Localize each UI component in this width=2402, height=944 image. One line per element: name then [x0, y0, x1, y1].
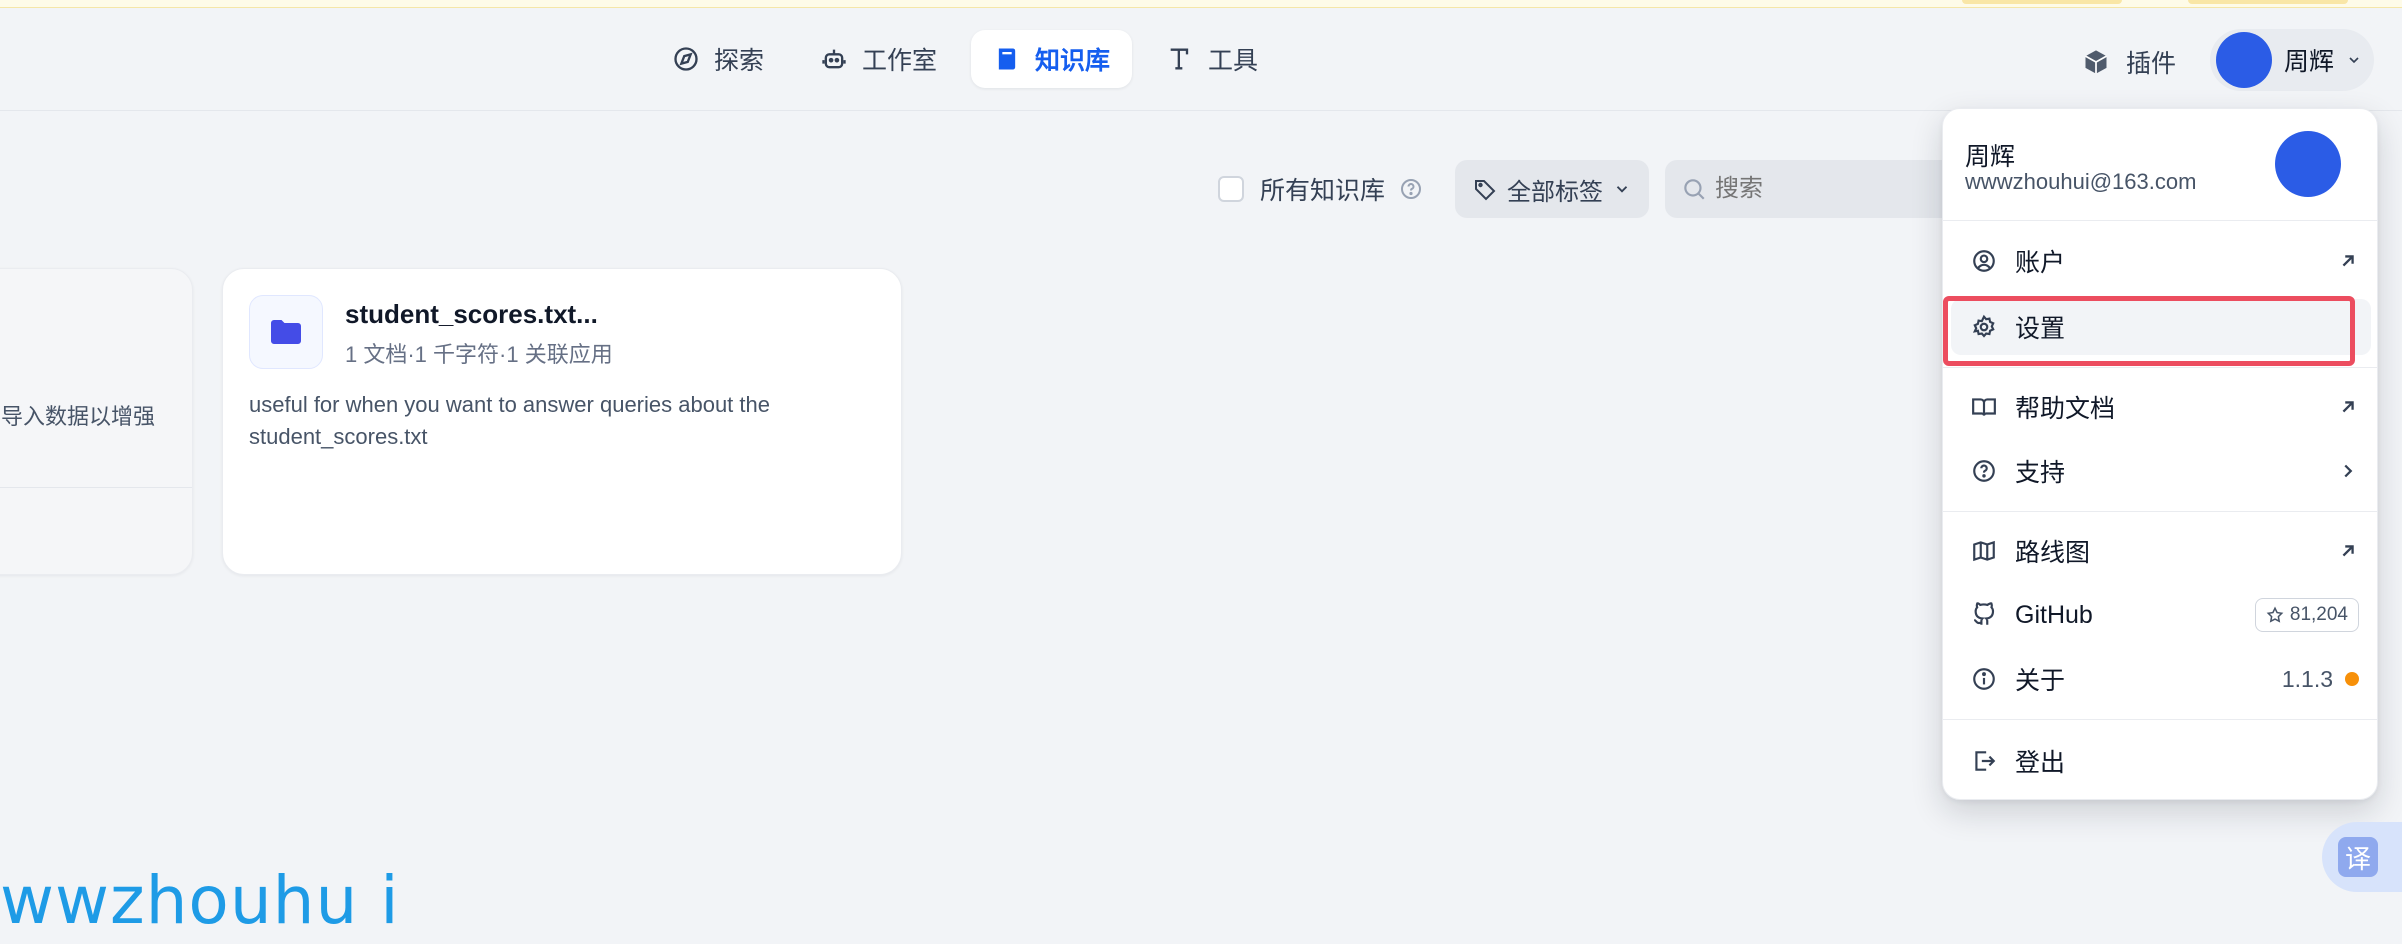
version-text: 1.1.3: [2281, 665, 2333, 692]
map-icon: [1973, 540, 1995, 562]
main-nav: 探索 工作室 知识库 工具: [650, 30, 1280, 88]
avatar: [2216, 32, 2272, 88]
menu-item-label: 支持: [2015, 459, 2066, 487]
menu-item-support[interactable]: 支持: [1951, 443, 2371, 499]
nav-tools-label: 工具: [1208, 47, 1259, 75]
menu-item-label: 账户: [2015, 249, 2066, 277]
strip-pill: [1962, 0, 2122, 4]
gear-icon: [1972, 314, 1995, 338]
menu-divider: [1943, 367, 2377, 368]
menu-item-about[interactable]: 关于 1.1.3: [1951, 651, 2371, 707]
arrow-up-right-icon: [2342, 401, 2354, 413]
user-dropdown-menu: 周辉 wwwzhouhui@163.com 账户 设置 帮助文档 支持 路线图 …: [1942, 108, 2378, 800]
menu-item-label: 登出: [2015, 749, 2066, 777]
nav-studio[interactable]: 工作室: [798, 30, 959, 88]
plugins-label: 插件: [2126, 50, 2177, 78]
help-circle-icon: [1973, 460, 1995, 482]
arrow-up-right-icon: [2342, 545, 2354, 557]
menu-item-github[interactable]: GitHub 81,204: [1951, 587, 2371, 643]
strip-pill: [2188, 0, 2348, 4]
kb-card-partial[interactable]: 导入数据以增强: [0, 268, 193, 575]
dropdown-header: 周辉 wwwzhouhui@163.com: [1943, 109, 2377, 221]
tools-icon: [1170, 48, 1189, 70]
help-circle-icon[interactable]: [1399, 177, 1423, 201]
avatar: [2275, 131, 2341, 197]
info-icon: [1973, 668, 1995, 690]
menu-item-roadmap[interactable]: 路线图: [1951, 523, 2371, 579]
kb-toolbar: 所有知识库 全部标签: [1218, 160, 1966, 218]
menu-item-label: 路线图: [2015, 539, 2091, 567]
menu-item-label: 设置: [2015, 315, 2066, 343]
dropdown-user-name: 周辉: [1965, 143, 2016, 171]
user-circle-icon: [1973, 250, 1995, 272]
compass-icon: [674, 47, 698, 71]
nav-explore-label: 探索: [714, 47, 765, 75]
plugins-button[interactable]: 插件: [2082, 44, 2176, 80]
nav-tools[interactable]: 工具: [1144, 30, 1280, 88]
menu-divider: [1943, 719, 2377, 720]
all-kb-label: 所有知识库: [1260, 177, 1386, 205]
update-dot: [2345, 672, 2359, 686]
menu-item-label: 关于: [2015, 667, 2066, 695]
nav-knowledge[interactable]: 知识库: [971, 30, 1133, 88]
menu-item-account[interactable]: 账户: [1951, 233, 2371, 289]
nav-studio-label: 工作室: [862, 47, 938, 75]
chevron-right-icon: [2344, 464, 2353, 478]
menu-divider: [1943, 511, 2377, 512]
folder-icon: [271, 320, 301, 344]
menu-item-label: 帮助文档: [2015, 395, 2116, 423]
github-icon: [1973, 602, 1995, 625]
kb-card[interactable]: student_scores.txt... 1 文档·1 千字符·1 关联应用 …: [222, 268, 902, 575]
translate-button[interactable]: 译: [2322, 822, 2402, 892]
translate-icon: 译: [2338, 837, 2378, 877]
card-description: 导入数据以增强: [1, 404, 156, 429]
arrow-up-right-icon: [2342, 255, 2354, 267]
card-description: useful for when you want to answer queri…: [249, 392, 770, 449]
menu-item-label: GitHub: [2015, 600, 2093, 629]
open-book-icon: [1972, 398, 1996, 416]
card-divider: [0, 487, 192, 488]
card-title: student_scores.txt...: [345, 299, 598, 329]
tag-icon: [1475, 180, 1496, 201]
tag-filter-label: 全部标签: [1507, 178, 1604, 206]
dropdown-user-email: wwwzhouhui@163.com: [1965, 169, 2197, 194]
user-menu-button[interactable]: 周辉: [2210, 29, 2374, 91]
card-meta: 1 文档·1 千字符·1 关联应用: [345, 342, 613, 367]
tag-filter-button[interactable]: 全部标签: [1455, 160, 1650, 218]
menu-item-settings[interactable]: 设置: [1951, 299, 2371, 355]
announcement-strip: [0, 0, 2402, 8]
cube-icon: [2085, 50, 2107, 74]
search-icon: [1684, 179, 1705, 200]
star-icon: [2266, 606, 2284, 623]
chevron-down-icon: [2349, 57, 2359, 64]
nav-explore[interactable]: 探索: [650, 30, 786, 88]
folder-icon-box: [249, 295, 323, 369]
menu-item-logout[interactable]: 登出: [1951, 733, 2371, 789]
robot-icon: [822, 49, 846, 69]
logout-icon: [1975, 751, 1996, 771]
github-stars-count: 81,204: [2289, 604, 2348, 625]
search-box[interactable]: [1665, 160, 1966, 218]
top-header: 探索 工作室 知识库 工具 插件 周辉: [0, 8, 2402, 111]
user-name: 周辉: [2284, 48, 2335, 76]
nav-knowledge-label: 知识库: [1035, 47, 1111, 75]
watermark-text: wwzhouhu i: [0, 862, 400, 939]
menu-item-help-docs[interactable]: 帮助文档: [1951, 379, 2371, 435]
all-kb-checkbox[interactable]: [1218, 176, 1244, 202]
search-input[interactable]: [1715, 175, 1936, 203]
github-stars-badge: 81,204: [2254, 598, 2359, 632]
book-icon: [998, 48, 1016, 70]
chevron-down-icon: [1616, 186, 1628, 193]
